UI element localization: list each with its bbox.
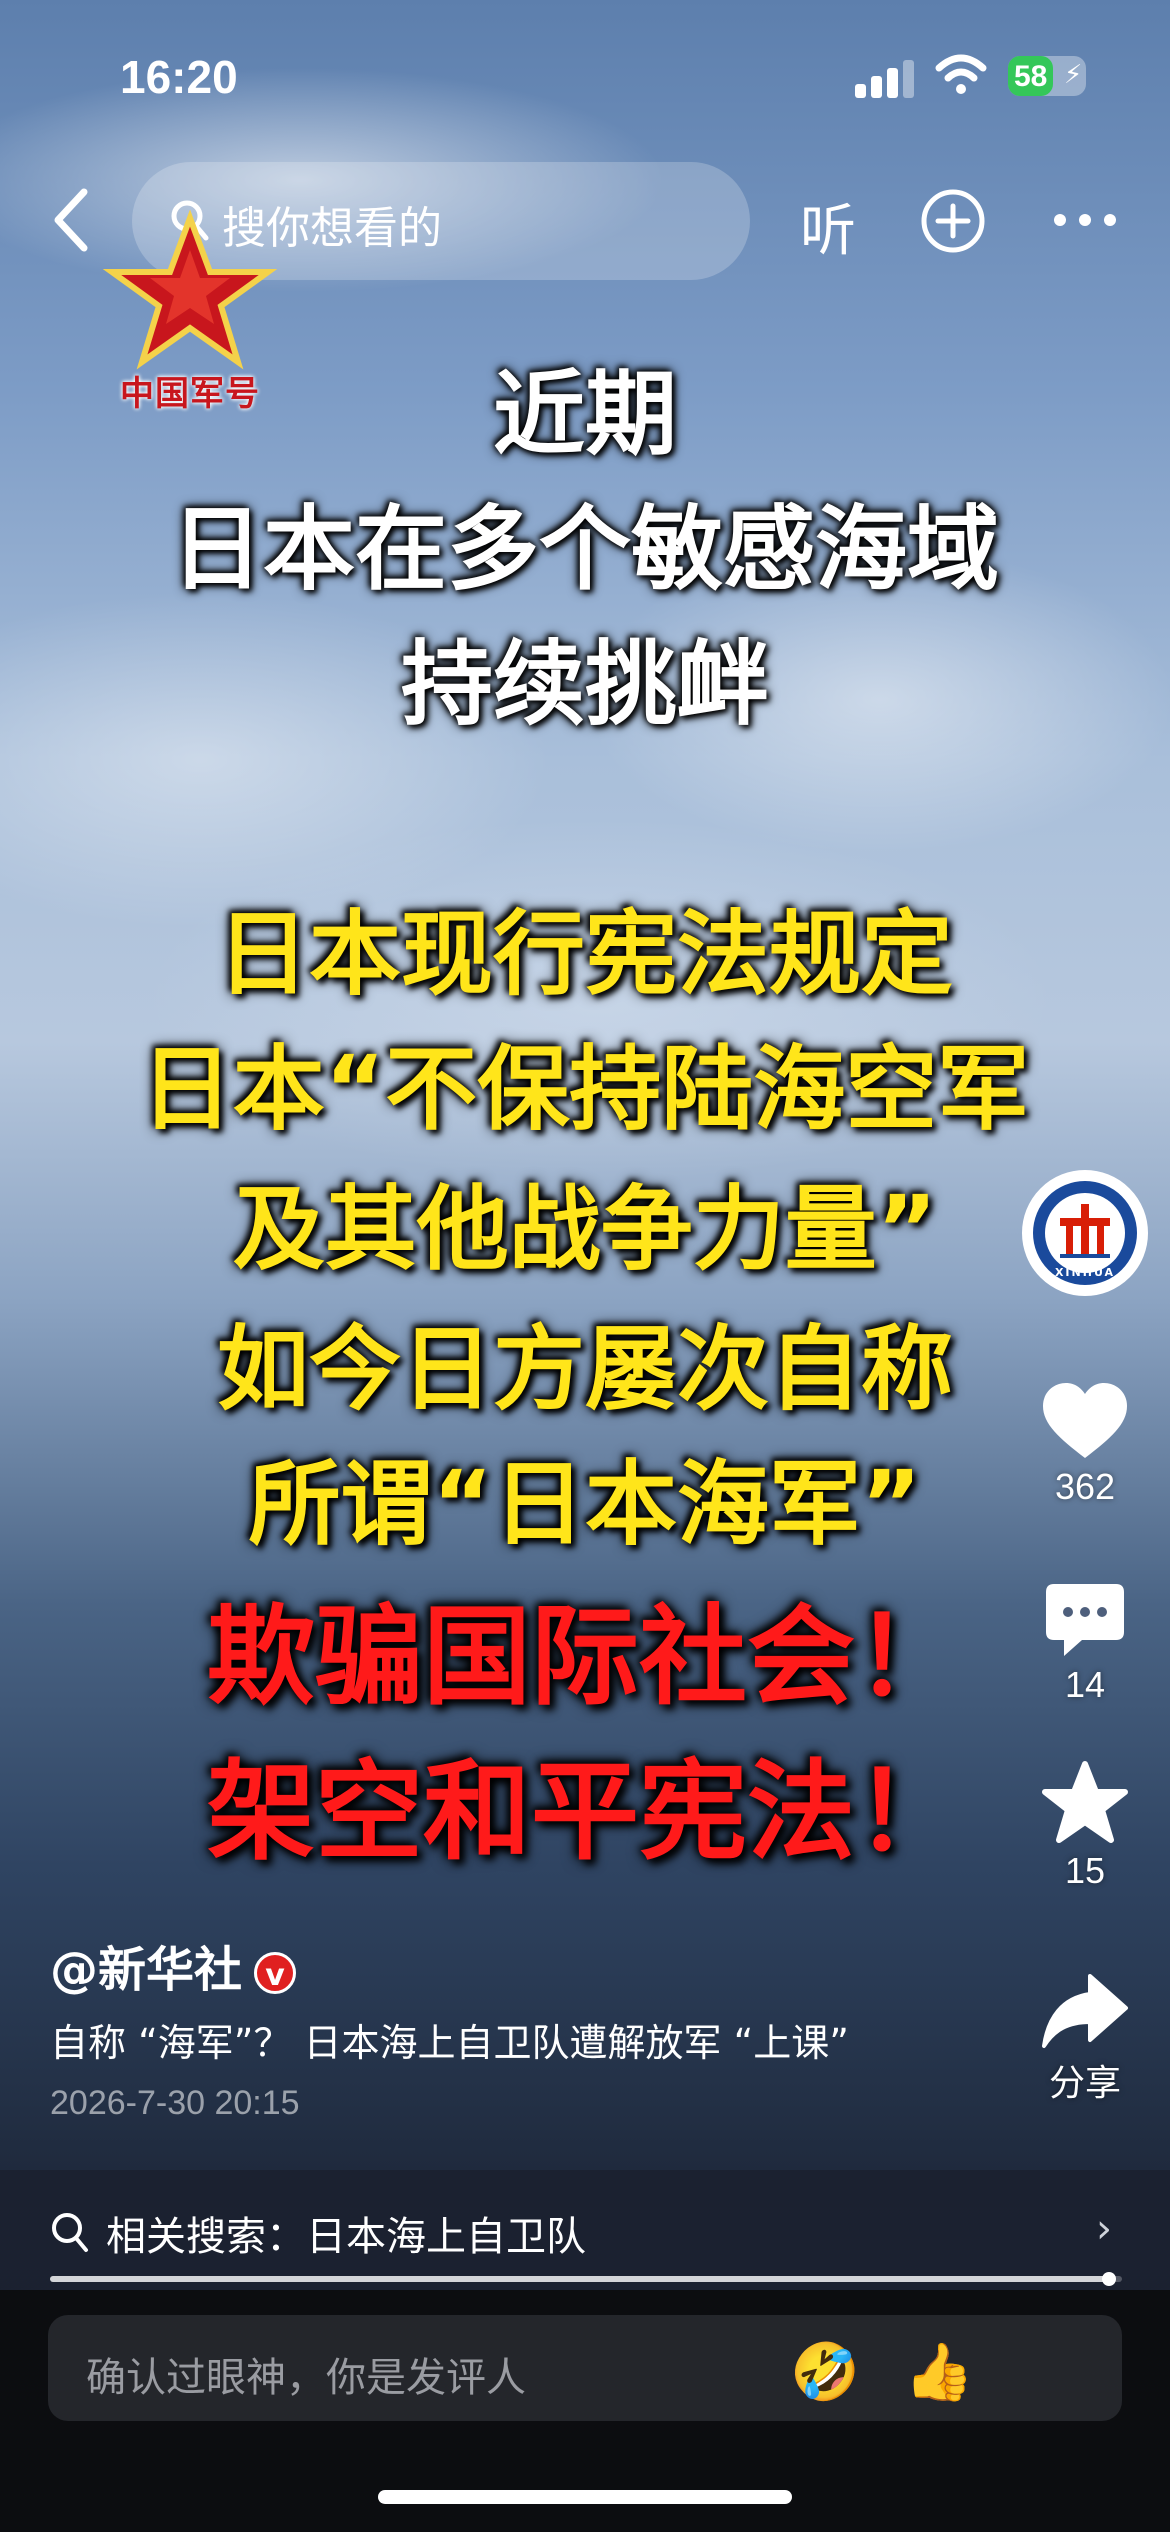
comment-placeholder: 确认过眼神，你是发评人 — [86, 2355, 526, 2401]
favorite-button[interactable]: 15 — [1010, 1760, 1160, 1892]
like-button[interactable]: 362 — [1010, 1380, 1160, 1508]
comment-button[interactable]: 14 — [1010, 1580, 1160, 1706]
headline-line: 及其他战争力量” — [232, 1176, 938, 1283]
back-button[interactable] — [44, 184, 104, 256]
search-icon — [52, 2213, 88, 2252]
home-indicator[interactable] — [378, 2490, 792, 2504]
headline-line: 所谓“日本海军” — [248, 1451, 922, 1558]
status-time: 16:20 — [120, 51, 238, 103]
video-progress-bar[interactable] — [50, 2272, 1122, 2286]
more-options-icon[interactable] — [1050, 210, 1120, 230]
comment-count: 14 — [1064, 1664, 1106, 1705]
like-count: 362 — [1054, 1466, 1116, 1507]
related-search-label: 相关搜索：日本海上自卫队 — [106, 2214, 586, 2260]
comment-bubble-icon — [1046, 1584, 1124, 1656]
share-arrow-icon — [1042, 1974, 1128, 2048]
wifi-icon — [935, 54, 987, 94]
action-rail: XINHUA 362 14 15 分享 — [1010, 1160, 1160, 2140]
progress-fill — [50, 2276, 1110, 2282]
heart-icon — [1043, 1383, 1127, 1458]
headline-line: 如今日方屡次自称 — [216, 1316, 953, 1423]
laughing-emoji-icon[interactable]: 🤣 — [790, 2339, 860, 2405]
bottom-bar: 确认过眼神，你是发评人 🤣 👍 — [0, 2290, 1170, 2532]
cellular-signal-icon — [855, 58, 915, 98]
share-label: 分享 — [1048, 2062, 1121, 2103]
battery-indicator: 58 ⚡ — [1008, 56, 1086, 96]
share-button[interactable]: 分享 — [1010, 1970, 1160, 2106]
add-button[interactable] — [920, 188, 986, 254]
headline-line: 日本现行宪法规定 — [216, 901, 953, 1008]
headline-line: 欺骗国际社会！ — [206, 1595, 963, 1720]
avatar-text: XINHUA — [1054, 1266, 1116, 1279]
verified-badge: v — [254, 1952, 297, 1994]
headline-line: 日本在多个敏感海域 — [170, 496, 999, 603]
favorite-count: 15 — [1064, 1850, 1106, 1891]
status-bar: 16:20 58 ⚡ — [0, 0, 1170, 150]
author-handle[interactable]: @新华社 — [50, 1942, 242, 1998]
star-icon — [1042, 1761, 1128, 1843]
headline-line: 持续挑衅 — [400, 631, 769, 738]
charging-bolt-icon: ⚡ — [1064, 60, 1083, 90]
headline-line: 架空和平宪法！ — [206, 1750, 963, 1875]
progress-handle[interactable] — [1102, 2272, 1116, 2286]
thumbs-up-emoji-icon[interactable]: 👍 — [904, 2339, 974, 2405]
headline-line: 日本“不保持陆海空军 — [140, 1036, 1030, 1143]
related-search-bar[interactable]: 相关搜索：日本海上自卫队 › — [0, 2170, 1170, 2290]
headline-line: 近期 — [492, 361, 677, 468]
avatar[interactable]: XINHUA — [1022, 1170, 1148, 1296]
post-date: 2026-7-30 20:15 — [50, 2084, 300, 2122]
comment-input[interactable]: 确认过眼神，你是发评人 🤣 👍 — [48, 2315, 1122, 2421]
battery-percent: 58 — [1014, 60, 1048, 93]
listen-button[interactable]: 听 — [800, 186, 856, 267]
post-caption[interactable]: 自称 “海军”？ 日本海上自卫队遭解放军 “上课” — [50, 2012, 849, 2067]
author-name[interactable]: @新华社 v — [50, 1930, 297, 2000]
chevron-right-icon: › — [1096, 2206, 1112, 2252]
